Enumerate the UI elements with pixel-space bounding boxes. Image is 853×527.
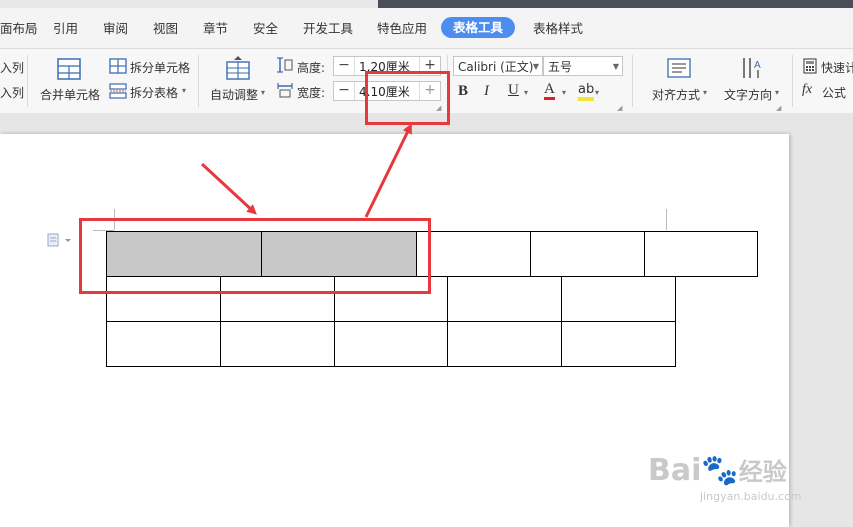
- watermark-brand: Bai: [648, 453, 702, 488]
- annotation-arrows: [200, 123, 412, 218]
- arrow-to-width-plus: [364, 123, 412, 218]
- watermark-logo: Bai🐾经验: [648, 452, 787, 488]
- watermark-brand-cn: 经验: [738, 458, 787, 486]
- paw-icon: 🐾: [701, 453, 739, 488]
- watermark-url: jingyan.baidu.com: [700, 490, 802, 503]
- arrow-to-cells: [200, 162, 257, 215]
